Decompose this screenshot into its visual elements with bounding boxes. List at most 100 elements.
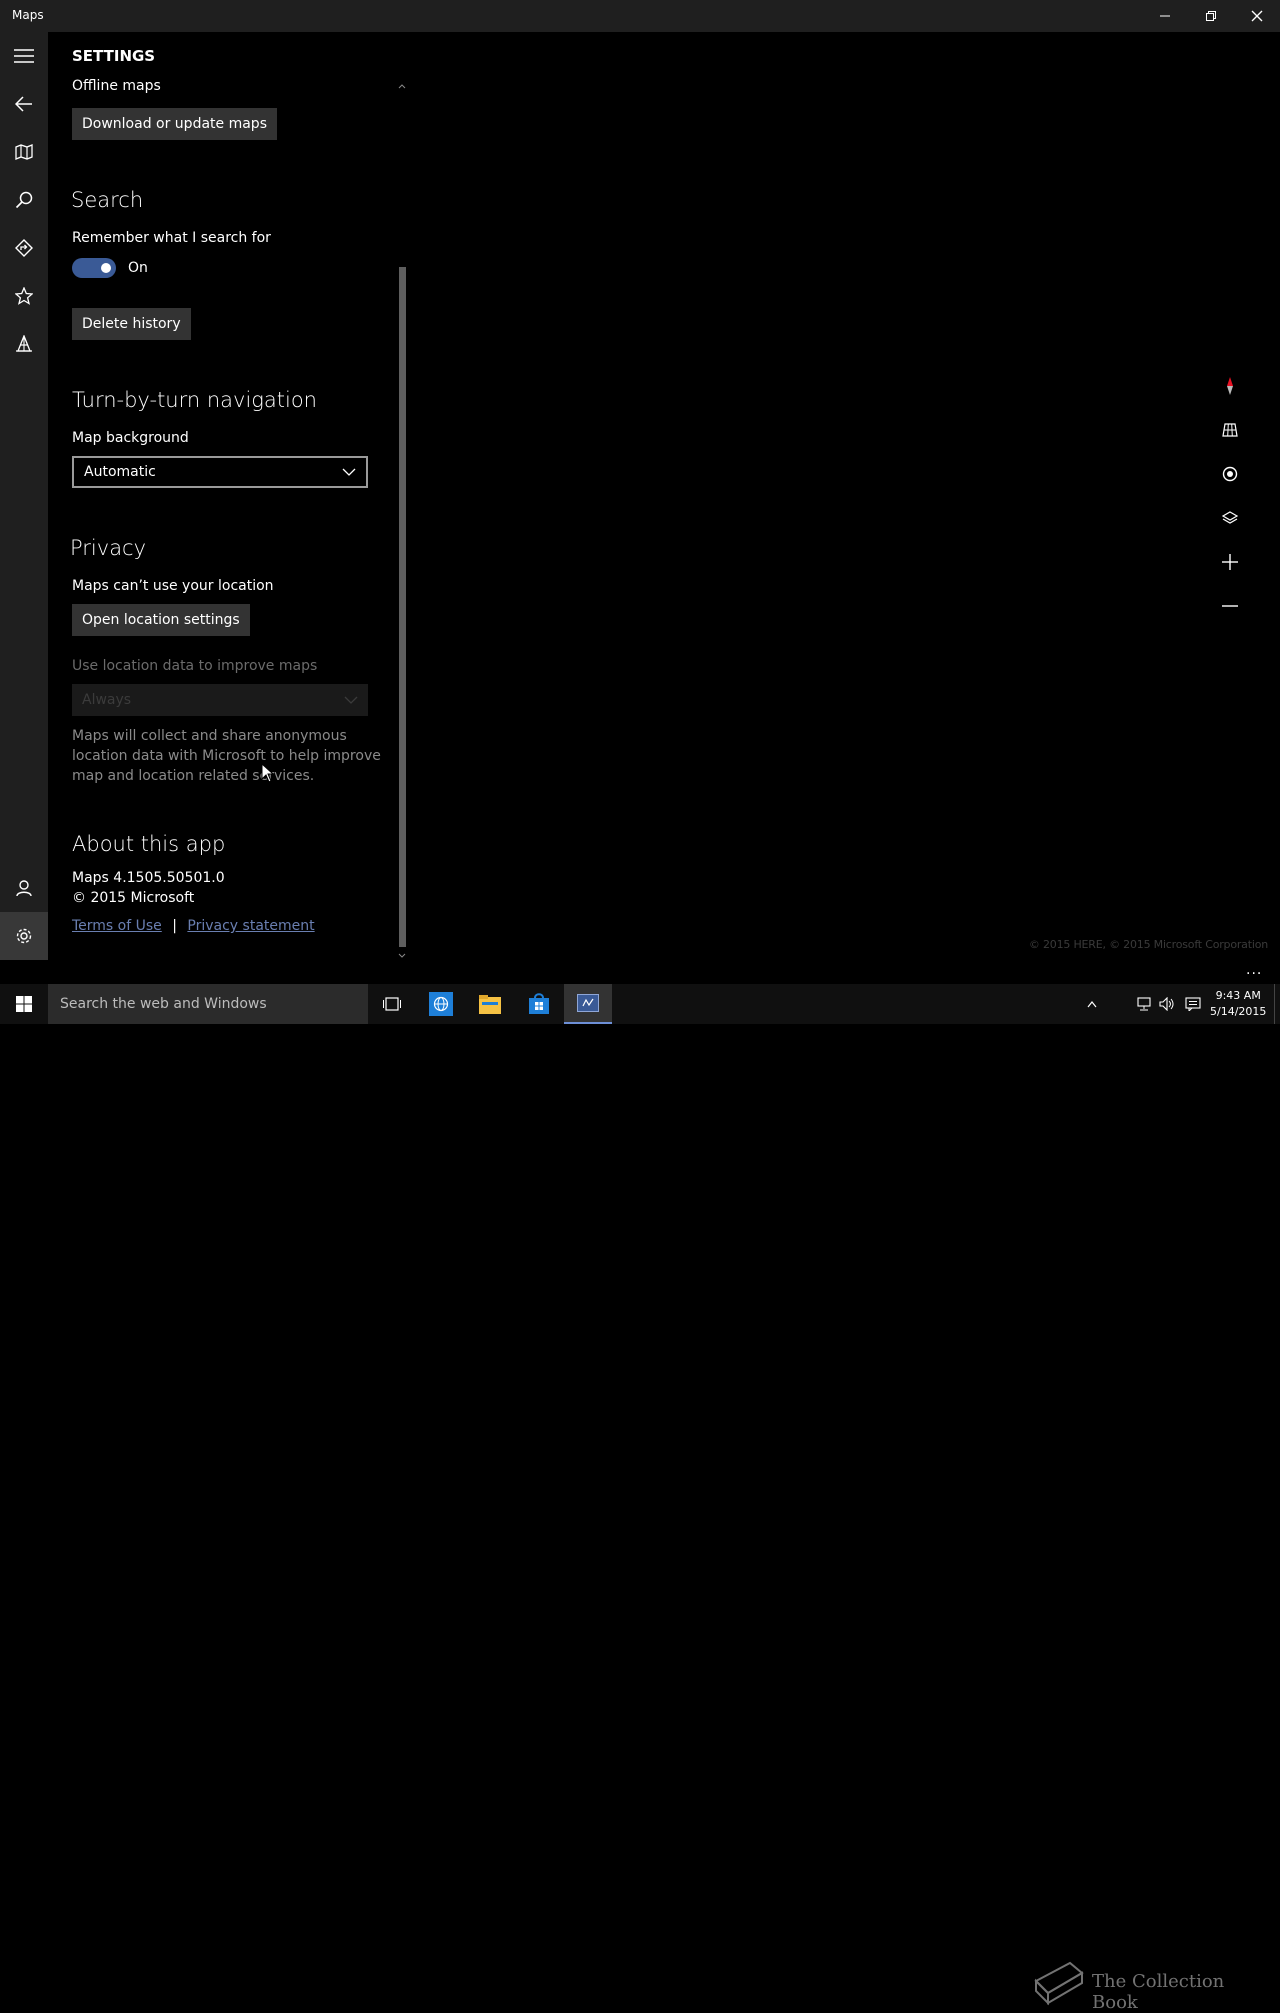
- toggle-knob: [101, 263, 111, 273]
- locate-icon: [1222, 466, 1238, 482]
- back-arrow-icon: [15, 96, 32, 112]
- use-location-label: Use location data to improve maps: [72, 658, 318, 674]
- scroll-up-icon[interactable]: [396, 82, 408, 90]
- watermark: The Collection Book: [1030, 1957, 1270, 2013]
- chevron-up-icon: [1087, 1001, 1097, 1008]
- description-line: map and location related services.: [72, 768, 315, 784]
- close-icon: [1251, 10, 1263, 22]
- taskbar-app-maps[interactable]: [564, 984, 612, 1024]
- book-icon: [1034, 1961, 1084, 2006]
- plus-icon: [1222, 554, 1238, 570]
- app-copyright: © 2015 Microsoft: [72, 890, 195, 906]
- taskbar-search-placeholder: Search the web and Windows: [60, 996, 267, 1012]
- map-canvas[interactable]: [408, 32, 1280, 984]
- map-background-label: Map background: [72, 430, 189, 446]
- navigation-section-heading: Turn-by-turn navigation: [72, 388, 317, 412]
- search-section-heading: Search: [71, 188, 144, 212]
- taskbar: Search the web and Windows The Collectio…: [0, 984, 1280, 2013]
- compass-icon: [1227, 377, 1233, 395]
- maps-app-icon: [577, 994, 599, 1012]
- remember-search-toggle[interactable]: [72, 258, 116, 278]
- map-copyright: © 2015 HERE, © 2015 Microsoft Corporatio…: [1028, 938, 1268, 951]
- nav-item-map[interactable]: [0, 128, 48, 176]
- search-icon: [15, 191, 33, 209]
- layers-icon: [1222, 511, 1238, 524]
- tilt-grid-icon: [1222, 423, 1238, 437]
- show-desktop-button[interactable]: [1274, 984, 1280, 1024]
- taskbar-clock[interactable]: 9:43 AM 5/14/2015: [1210, 988, 1266, 1020]
- map-views-button[interactable]: [1208, 496, 1252, 540]
- description-line: location data with Microsoft to help imp…: [72, 748, 381, 764]
- volume-button[interactable]: [1155, 984, 1179, 1024]
- chevron-down-icon: [342, 468, 356, 476]
- account-icon: [16, 880, 32, 897]
- delete-history-button[interactable]: Delete history: [72, 308, 191, 340]
- open-location-settings-button[interactable]: Open location settings: [72, 604, 250, 636]
- map-background-value: Automatic: [84, 464, 156, 480]
- network-icon: [1137, 997, 1151, 1011]
- app-title: Maps: [12, 8, 44, 22]
- mouse-cursor-icon: [261, 763, 275, 783]
- compass-button[interactable]: [1208, 364, 1252, 408]
- task-view-button[interactable]: [368, 984, 416, 1024]
- notification-icon: [1185, 997, 1201, 1011]
- nav-item-directions[interactable]: [0, 224, 48, 272]
- legal-links: Terms of Use | Privacy statement: [72, 918, 315, 934]
- map-background-select[interactable]: Automatic: [72, 456, 368, 488]
- zoom-out-button[interactable]: [1208, 584, 1252, 628]
- nav-item-search[interactable]: [0, 176, 48, 224]
- location-status-text: Maps can’t use your location: [72, 578, 274, 594]
- clock-date: 5/14/2015: [1210, 1005, 1267, 1018]
- network-button[interactable]: [1132, 984, 1156, 1024]
- download-maps-button[interactable]: Download or update maps: [72, 108, 277, 140]
- back-button[interactable]: [0, 80, 48, 128]
- scrollbar-thumb[interactable]: [399, 267, 406, 947]
- tilt-button[interactable]: [1208, 408, 1252, 452]
- watermark-text: The Collection Book: [1092, 1971, 1225, 2013]
- nav-rail: [0, 32, 48, 960]
- task-view-icon: [383, 997, 401, 1011]
- store-icon: [529, 993, 549, 1014]
- scroll-down-icon[interactable]: [396, 952, 408, 960]
- title-bar: Maps: [0, 0, 1280, 32]
- link-separator: |: [172, 918, 177, 934]
- map-icon: [15, 144, 33, 160]
- use-location-select: Always: [72, 684, 368, 716]
- more-options-button[interactable]: ...: [1246, 962, 1262, 978]
- minus-icon: [1222, 605, 1238, 607]
- minimize-button[interactable]: [1142, 0, 1188, 32]
- star-icon: [15, 287, 33, 305]
- privacy-statement-link[interactable]: Privacy statement: [187, 918, 314, 934]
- clock-time: 9:43 AM: [1215, 989, 1261, 1002]
- taskbar-search-box[interactable]: Search the web and Windows: [48, 984, 368, 1024]
- taskbar-app-browser[interactable]: [417, 984, 465, 1024]
- nav-item-3d-cities[interactable]: [0, 320, 48, 368]
- 3d-cities-icon: [16, 335, 32, 352]
- folder-icon: [479, 995, 501, 1014]
- directions-icon: [15, 239, 33, 257]
- action-center-button[interactable]: [1181, 984, 1205, 1024]
- taskbar-app-file-explorer[interactable]: [466, 984, 514, 1024]
- close-button[interactable]: [1234, 0, 1280, 32]
- taskbar-app-store[interactable]: [515, 984, 563, 1024]
- start-button[interactable]: [0, 984, 48, 1024]
- about-section-heading: About this app: [72, 832, 226, 856]
- offline-maps-label: Offline maps: [72, 78, 161, 94]
- tray-overflow-button[interactable]: [1080, 984, 1104, 1024]
- privacy-section-heading: Privacy: [70, 536, 147, 560]
- nav-item-settings[interactable]: [0, 912, 48, 960]
- nav-item-favorites[interactable]: [0, 272, 48, 320]
- terms-of-use-link[interactable]: Terms of Use: [72, 918, 162, 934]
- restore-button[interactable]: [1188, 0, 1234, 32]
- speaker-icon: [1159, 997, 1174, 1011]
- restore-icon: [1206, 11, 1216, 21]
- minimize-icon: [1160, 15, 1170, 17]
- use-location-value: Always: [82, 692, 132, 708]
- chevron-down-icon: [344, 696, 358, 704]
- locate-me-button[interactable]: [1208, 452, 1252, 496]
- hamburger-button[interactable]: [0, 32, 48, 80]
- nav-item-account[interactable]: [0, 864, 48, 912]
- settings-panel: SETTINGS Offline maps Download or update…: [48, 32, 408, 960]
- browser-icon: [429, 992, 453, 1016]
- zoom-in-button[interactable]: [1208, 540, 1252, 584]
